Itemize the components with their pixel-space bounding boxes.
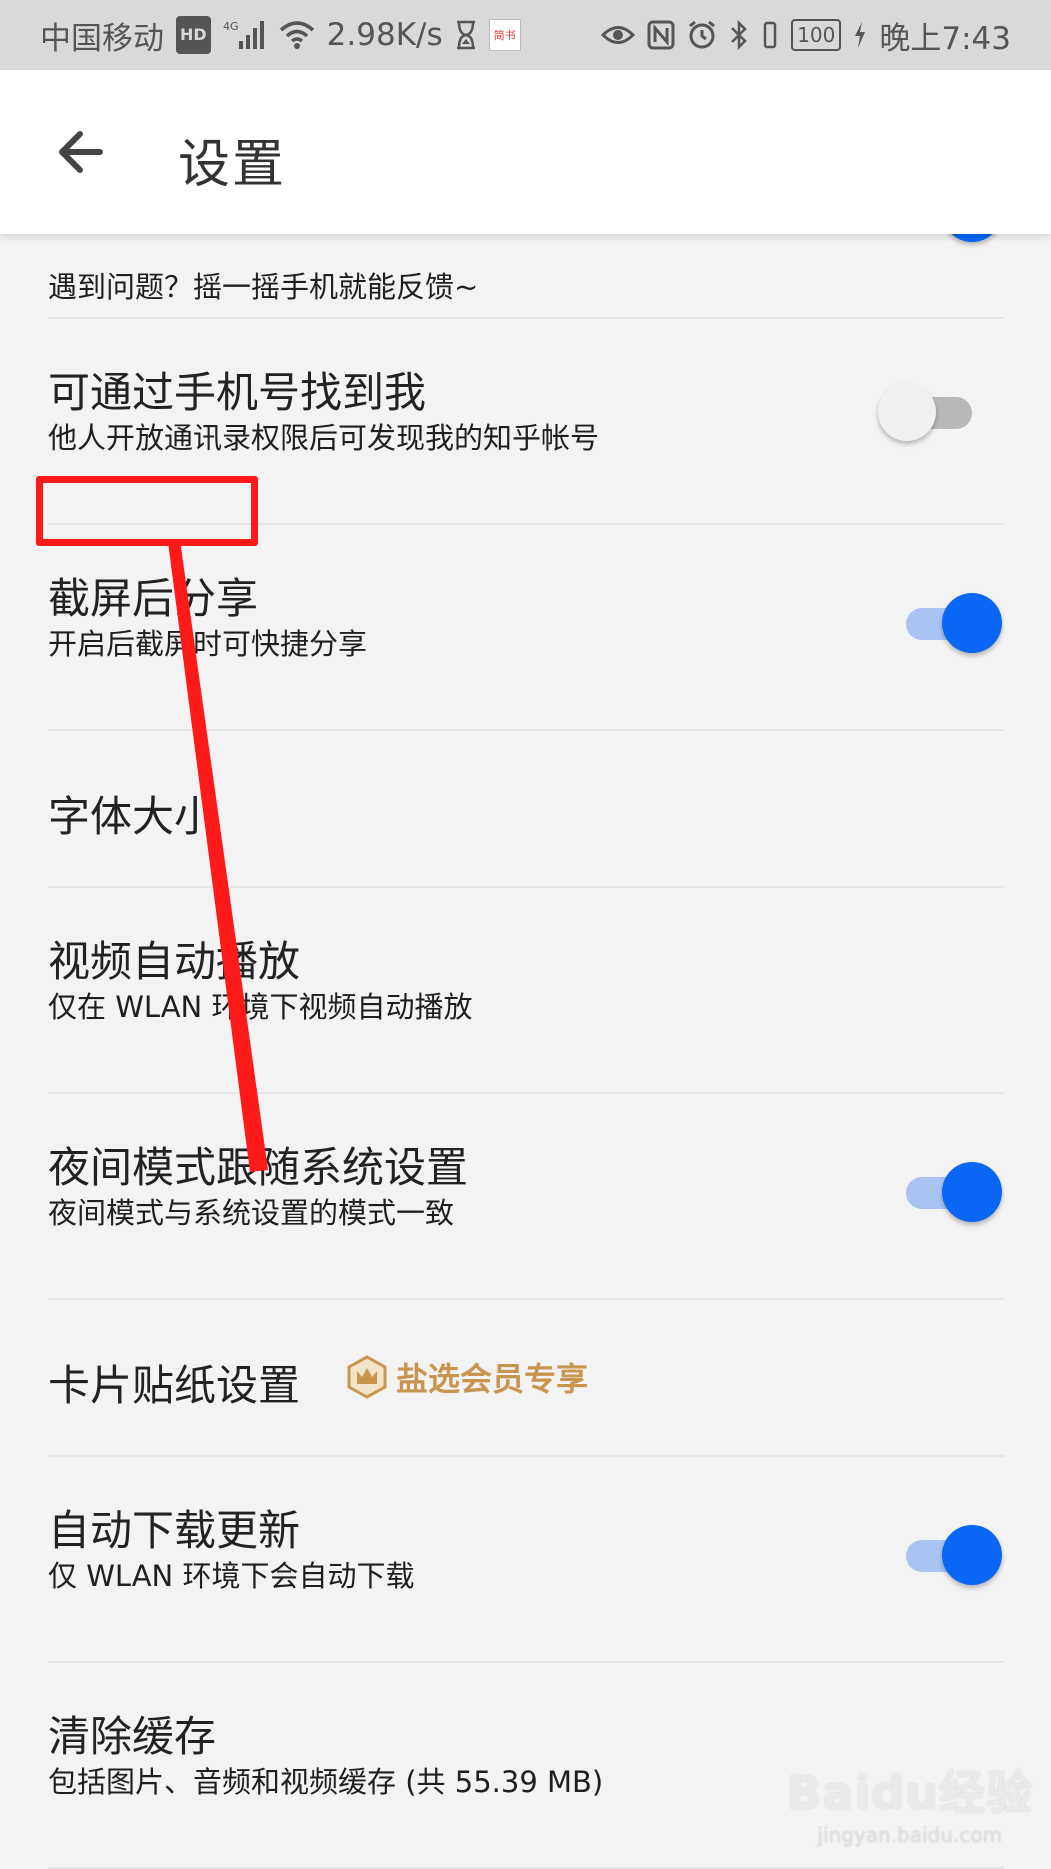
setting-row-title: 清除缓存 xyxy=(48,1712,217,1761)
bluetooth-icon xyxy=(729,18,749,52)
net-speed: 2.98K/s xyxy=(326,17,443,53)
status-bar-right: 100 晚上7:43 xyxy=(601,13,1011,58)
setting-row-title: 夜间模式跟随系统设置 xyxy=(48,1143,469,1192)
setting-row-subtitle: 遇到问题？摇一摇手机就能反馈~ xyxy=(48,270,479,304)
app-bar: 设置 xyxy=(0,70,1051,234)
setting-row-video-autoplay[interactable]: 视频自动播放 仅在 WLAN 环境下视频自动播放 xyxy=(48,888,1004,1092)
toggle-auto-update[interactable] xyxy=(902,1525,1002,1585)
signal-4g-label: 4G xyxy=(223,20,239,33)
jianshu-app-icon: 简书 xyxy=(488,19,521,51)
setting-row-subtitle: 他人开放通讯录权限后可发现我的知乎帐号 xyxy=(48,421,600,455)
page-title: 设置 xyxy=(178,135,287,195)
toggle-screenshot-share[interactable] xyxy=(902,593,1002,653)
setting-row-title: 字体大小 xyxy=(48,792,217,841)
setting-row-font-size[interactable]: 字体大小 xyxy=(48,731,1004,886)
hourglass-icon xyxy=(455,18,477,52)
member-badge: 盐选会员专享 xyxy=(346,1354,588,1400)
setting-row-title: 自动下载更新 xyxy=(48,1506,301,1555)
signal-icon: 4G xyxy=(223,18,267,52)
watermark: Baidu经验 jingyan.baidu.com xyxy=(786,1757,1033,1847)
setting-row-subtitle: 开启后截屏时可快捷分享 xyxy=(48,627,368,661)
status-bar-left: 中国移动 HD 4G 2.98K/s 简书 xyxy=(40,13,521,58)
setting-row-night-mode[interactable]: 夜间模式跟随系统设置 夜间模式与系统设置的模式一致 xyxy=(48,1094,1004,1298)
toggle-night-mode[interactable] xyxy=(902,1162,1002,1222)
setting-row-title: 视频自动播放 xyxy=(48,937,301,986)
toggle-find-by-phone[interactable] xyxy=(878,382,980,442)
crown-icon xyxy=(347,1355,387,1399)
eye-icon xyxy=(601,18,636,52)
setting-row-title: 可通过手机号找到我 xyxy=(48,368,427,417)
setting-row-subtitle: 仅 WLAN 环境下会自动下载 xyxy=(48,1559,415,1593)
carrier-label: 中国移动 xyxy=(40,20,164,57)
setting-row-card-sticker[interactable]: 卡片贴纸设置 盐选会员专享 xyxy=(48,1300,1004,1455)
watermark-logo: Baidu经验 xyxy=(786,1766,1033,1820)
battery-level: 100 xyxy=(791,19,842,51)
member-badge-label: 盐选会员专享 xyxy=(396,1360,589,1398)
setting-row-subtitle: 仅在 WLAN 环境下视频自动播放 xyxy=(48,990,473,1024)
setting-row-title: 卡片贴纸设置 xyxy=(48,1361,301,1410)
status-bar: 中国移动 HD 4G 2.98K/s 简书 100 晚上7:43 xyxy=(0,0,1051,70)
setting-row-auto-update[interactable]: 自动下载更新 仅 WLAN 环境下会自动下载 xyxy=(48,1457,1004,1661)
setting-row-subtitle: 包括图片、音频和视频缓存 (共 55.39 MB) xyxy=(48,1765,604,1799)
clock: 晚上7:43 xyxy=(879,20,1011,57)
setting-row-screenshot-share[interactable]: 截屏后分享 开启后截屏时可快捷分享 xyxy=(48,525,1004,729)
setting-row-title: 截屏后分享 xyxy=(48,574,259,623)
setting-row-find-by-phone[interactable]: 可通过手机号找到我 他人开放通讯录权限后可发现我的知乎帐号 xyxy=(48,319,1004,523)
hd-badge: HD xyxy=(176,16,211,54)
back-button[interactable] xyxy=(50,124,110,180)
nfc-icon xyxy=(647,18,675,52)
watermark-url: jingyan.baidu.com xyxy=(817,1823,1002,1847)
arrow-left-icon xyxy=(59,131,103,173)
wifi-icon xyxy=(279,18,315,52)
setting-row-subtitle: 夜间模式与系统设置的模式一致 xyxy=(48,1196,455,1230)
vibrate-icon xyxy=(761,18,779,52)
charging-icon xyxy=(853,18,867,52)
alarm-icon xyxy=(687,18,717,52)
